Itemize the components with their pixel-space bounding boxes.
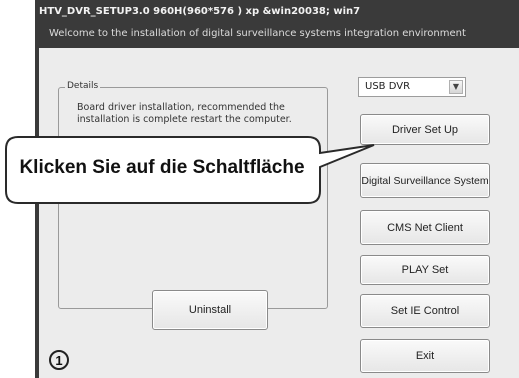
welcome-text: Welcome to the installation of digital s…: [49, 28, 466, 39]
chevron-down-icon[interactable]: ▼: [449, 80, 463, 94]
details-text: Board driver installation, recommended t…: [77, 102, 292, 125]
details-legend: Details: [65, 81, 101, 91]
step-number-badge: 1: [49, 350, 69, 370]
uninstall-button[interactable]: Uninstall: [152, 290, 268, 330]
cms-net-client-button[interactable]: CMS Net Client: [360, 210, 490, 245]
instruction-callout: Klicken Sie auf die Schaltfläche: [4, 135, 375, 205]
window-title: HTV_DVR_SETUP3.0 960H(960*576 ) xp &win2…: [35, 0, 519, 24]
dvr-type-select[interactable]: USB DVR ▼: [358, 77, 466, 97]
play-set-button[interactable]: PLAY Set: [360, 255, 490, 285]
callout-text: Klicken Sie auf die Schaltfläche: [19, 157, 305, 178]
dvr-type-value: USB DVR: [365, 81, 411, 92]
installer-panel: Details Board driver installation, recom…: [39, 48, 519, 378]
set-ie-control-button[interactable]: Set IE Control: [360, 294, 490, 328]
exit-button[interactable]: Exit: [360, 339, 490, 373]
